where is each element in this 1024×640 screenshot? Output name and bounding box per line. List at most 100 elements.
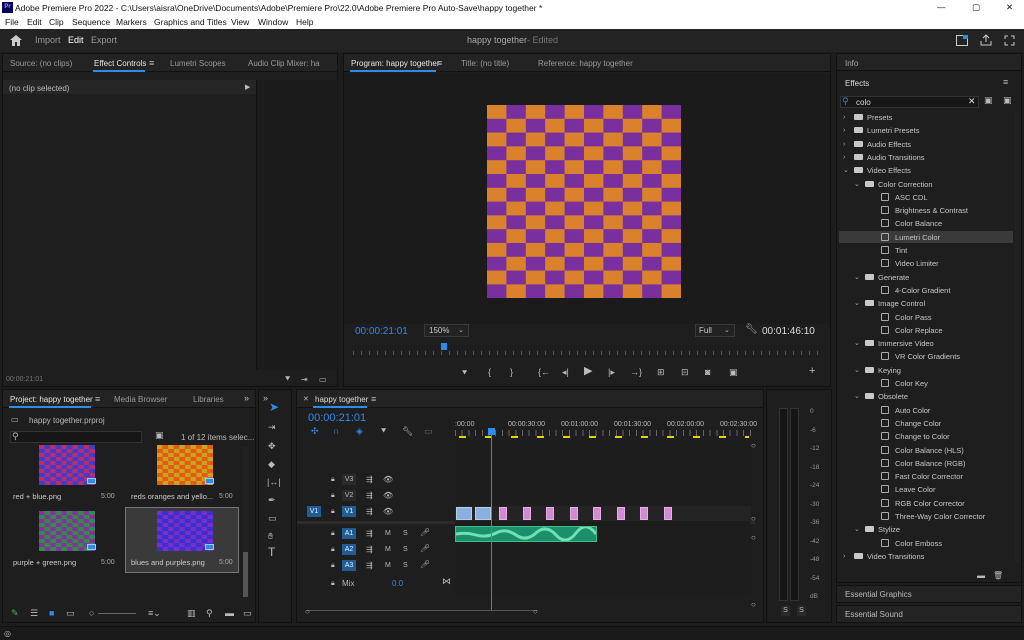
tab-info[interactable]: Info <box>845 59 858 68</box>
vscroll-top-icon[interactable]: ○ <box>751 441 756 450</box>
tree-folder-label[interactable]: Keying <box>878 366 901 375</box>
mute-button[interactable]: M <box>385 561 391 570</box>
tree-folder-label[interactable]: Image Control <box>878 299 925 308</box>
chevron-down-icon[interactable]: ⌄ <box>854 339 860 348</box>
go-to-out-icon[interactable]: →} <box>630 368 642 377</box>
tab-source[interactable]: Source: (no clips) <box>10 59 72 68</box>
program-playhead[interactable] <box>441 343 447 350</box>
expand-arrow-icon[interactable]: ▶ <box>245 83 250 92</box>
chevron-right-icon[interactable]: › <box>843 126 845 135</box>
selection-tool-icon[interactable]: ➤ <box>269 401 279 413</box>
video-clip[interactable] <box>546 507 554 520</box>
menu-view[interactable]: View <box>231 17 249 27</box>
new-bin-folder-icon[interactable]: ▬ <box>225 609 234 618</box>
play-icon[interactable]: ▶ <box>584 366 592 377</box>
export-frame-icon[interactable]: ⇥ <box>301 375 308 384</box>
tree-effect-label[interactable]: Color Replace <box>895 326 943 335</box>
track-select-tool-icon[interactable]: ⇥ <box>268 423 276 432</box>
extract-icon[interactable]: ⊟ <box>681 368 689 377</box>
share-icon[interactable] <box>980 34 992 46</box>
tree-effect-label[interactable]: Tint <box>895 246 907 255</box>
tab-effect-controls[interactable]: Effect Controls <box>94 59 146 68</box>
captions-icon[interactable]: ▭ <box>424 427 433 436</box>
new-item-icon[interactable]: ▭ <box>243 609 252 618</box>
vscroll-mid-icon[interactable]: ○ <box>751 514 756 523</box>
sequence-tab[interactable]: happy together <box>315 395 368 404</box>
tree-effect-label[interactable]: RGB Color Corrector <box>895 499 965 508</box>
accelerated-effects-icon[interactable]: ▣ <box>1003 96 1012 105</box>
tree-effect-label[interactable]: Three-Way Color Corrector <box>895 512 985 521</box>
eye-icon[interactable]: 👁︎ <box>383 475 393 484</box>
chevron-down-icon[interactable]: ⌄ <box>854 525 860 534</box>
tab-reference[interactable]: Reference: happy together <box>538 59 633 68</box>
button-editor-icon[interactable]: + <box>809 366 815 377</box>
video-clip[interactable] <box>499 507 507 520</box>
lock-icon[interactable]: 🔒︎ <box>331 529 335 538</box>
menu-markers[interactable]: Markers <box>116 17 147 27</box>
new-bin-icon[interactable]: ▣ <box>984 96 993 105</box>
menu-window[interactable]: Window <box>258 17 288 27</box>
tab-program[interactable]: Program: happy together <box>351 59 440 68</box>
comparison-view-icon[interactable]: ▣ <box>729 368 738 377</box>
tree-folder-label[interactable]: Video Transitions <box>867 552 924 561</box>
sequence-menu-icon[interactable]: ≡ <box>371 395 376 404</box>
solo-left-button[interactable]: S <box>781 606 790 616</box>
solo-button[interactable]: S <box>403 561 408 570</box>
effects-menu-icon[interactable]: ≡ <box>1003 78 1008 87</box>
essential-graphics-tab[interactable]: Essential Graphics <box>845 590 912 599</box>
solo-right-button[interactable]: S <box>797 606 806 616</box>
minimize-button[interactable]: — <box>937 2 946 12</box>
lift-icon[interactable]: ⊞ <box>657 368 665 377</box>
lock-icon[interactable]: 🔒︎ <box>331 561 335 570</box>
home-icon[interactable] <box>10 35 22 46</box>
video-clip[interactable] <box>616 507 625 520</box>
add-marker-tl-icon[interactable]: ⯆ <box>380 427 387 436</box>
video-clip[interactable] <box>456 507 472 520</box>
freeform-view-icon[interactable]: ▭ <box>66 609 75 618</box>
menu-graphics[interactable]: Graphics and Titles <box>154 17 227 27</box>
tree-effect-label[interactable]: Change Color <box>895 419 941 428</box>
linked-selection-icon[interactable]: ◈ <box>356 427 363 436</box>
close-button[interactable]: ✕ <box>1006 2 1013 13</box>
zoom-slider-knob-icon[interactable]: ○ <box>89 609 94 618</box>
sort-icon[interactable]: ≡⌄ <box>148 609 161 618</box>
tree-effect-label[interactable]: Fast Color Corrector <box>895 472 963 481</box>
camera-icon[interactable]: ◙ <box>705 368 710 377</box>
chevron-down-icon[interactable]: ⌄ <box>854 273 860 282</box>
tree-effect-label[interactable]: Color Key <box>895 379 928 388</box>
sync-lock-icon[interactable]: ⇶ <box>366 507 373 516</box>
program-scrub-ruler[interactable] <box>353 346 820 356</box>
sync-lock-icon[interactable]: ⇶ <box>366 529 373 538</box>
chevron-down-icon[interactable]: ⌄ <box>854 299 860 308</box>
tab-lumetri-scopes[interactable]: Lumetri Scopes <box>170 59 226 68</box>
chevron-down-icon[interactable]: ⌄ <box>854 366 860 375</box>
chevron-right-icon[interactable]: › <box>843 153 845 162</box>
pen-tool-icon[interactable]: ✒ <box>268 496 276 505</box>
tree-folder-label[interactable]: Generate <box>878 273 909 282</box>
video-clip[interactable] <box>663 507 672 520</box>
tab-project[interactable]: Project: happy together <box>10 395 93 404</box>
tree-folder-label[interactable]: Lumetri Presets <box>867 126 920 135</box>
timeline-playhead[interactable] <box>488 428 495 435</box>
track-target-v3[interactable]: V3 <box>342 474 356 485</box>
chevron-down-icon[interactable]: ⌄ <box>854 392 860 401</box>
tree-effect-label[interactable]: Video Limiter <box>895 259 939 268</box>
tree-effect-label[interactable]: Color Balance <box>895 219 942 228</box>
tab-export[interactable]: Export <box>91 35 117 45</box>
maximize-button[interactable]: ▢ <box>972 2 980 13</box>
mic-icon[interactable]: 🎤︎ <box>420 560 430 569</box>
scroll-right-handle-icon[interactable]: ○ <box>533 607 538 616</box>
mix-lock-icon[interactable]: 🔒︎ <box>331 579 335 588</box>
chevron-down-icon[interactable]: ⌄ <box>843 166 849 175</box>
program-timecode[interactable]: 00:00:21:01 <box>355 326 408 337</box>
tree-folder-label[interactable]: Immersive Video <box>878 339 934 348</box>
clip-icon[interactable]: ▭ <box>319 375 327 384</box>
scroll-left-handle-icon[interactable]: ○ <box>305 607 310 616</box>
track-target-a1[interactable]: A1 <box>342 528 356 539</box>
tab-media-browser[interactable]: Media Browser <box>114 395 167 404</box>
track-target-a2[interactable]: A2 <box>342 544 356 555</box>
tree-effect-label[interactable]: Color Balance (HLS) <box>895 446 964 455</box>
automate-icon[interactable]: ▥ <box>187 609 196 618</box>
tree-folder-label[interactable]: Color Correction <box>878 180 933 189</box>
timeline-timecode[interactable]: 00:00:21:01 <box>308 412 366 424</box>
